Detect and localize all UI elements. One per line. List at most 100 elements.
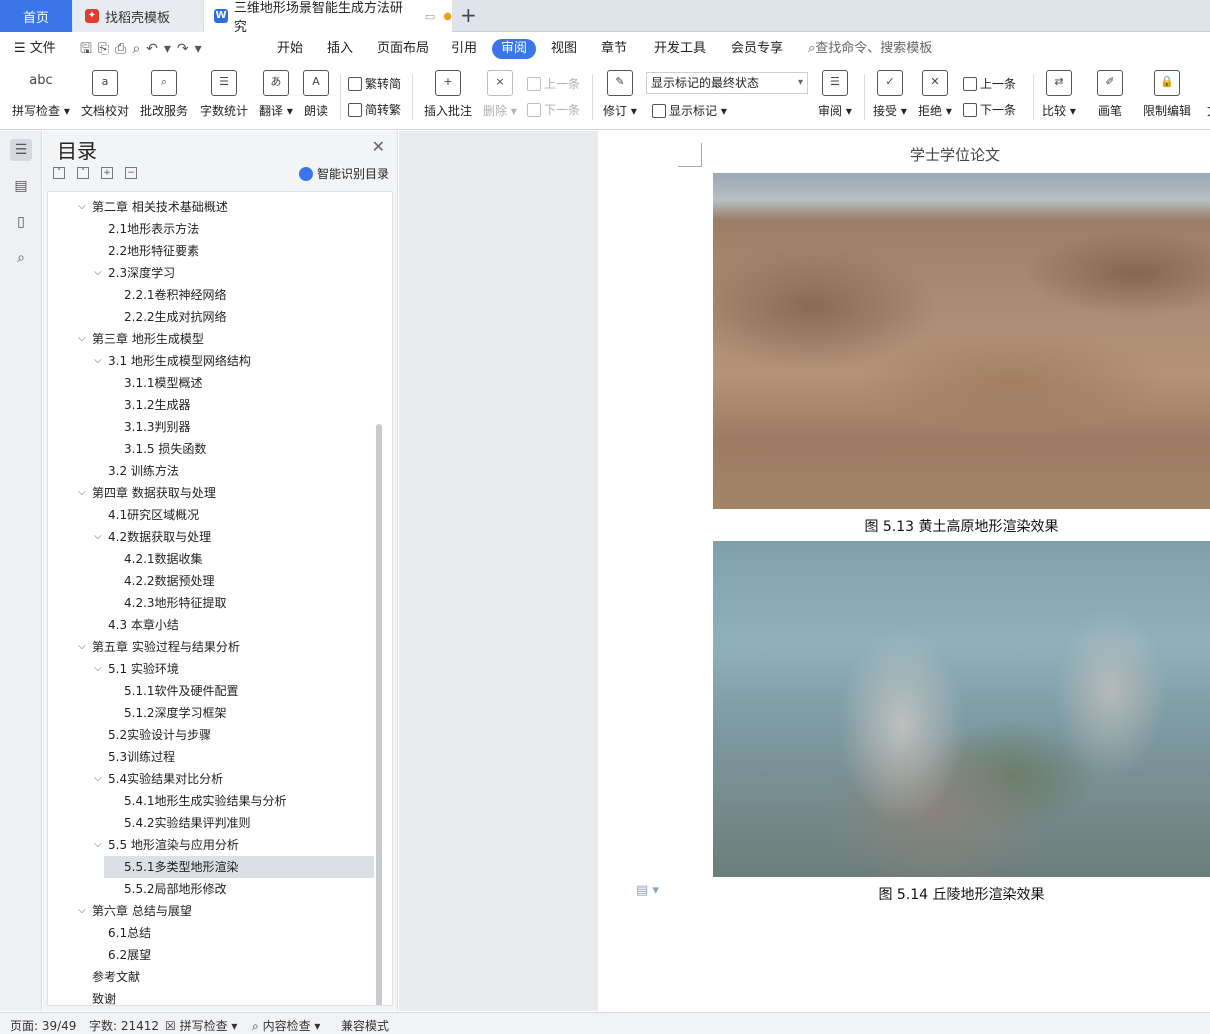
paragraph-layout-icon[interactable]: ▤ ▾ [636,883,659,898]
toc-item[interactable]: 3.2 训练方法 [108,460,179,482]
toc-item[interactable]: 5.4.1地形生成实验结果与分析 [124,790,287,812]
pen-button[interactable]: ✐ 画笔 [1097,70,1123,119]
toc-item[interactable]: ⌵ 4.2数据获取与处理 [94,526,211,548]
monitor-icon[interactable]: ▭ [425,10,435,23]
toc-scrollbar[interactable] [376,424,382,1005]
simp-to-trad-button[interactable]: 简转繁 [348,101,401,118]
review-pane-button[interactable]: ☰ 审阅 ▾ [818,70,852,119]
insert-comment-button[interactable]: + 插入批注 [424,70,472,119]
tab-home[interactable]: 首页 [0,0,72,32]
translate-button[interactable]: あ翻译 ▾ [259,70,293,119]
toc-item[interactable]: 2.2.2生成对抗网络 [124,306,227,328]
smart-toc-button[interactable]: 智能识别目录 [298,165,389,182]
reject-button[interactable]: ✕ 拒绝 ▾ [918,70,952,119]
toc-item[interactable]: ⌵ 2.3深度学习 [94,262,175,284]
revise-service-button[interactable]: ⌕ 批改服务 [140,70,188,119]
chevron-down-icon[interactable]: ⌵ [78,196,86,218]
next-comment-button[interactable]: 下一条 [527,101,580,118]
menu-chapter[interactable]: 章节 [601,39,627,59]
chevron-down-icon[interactable]: ⌵ [94,768,102,790]
close-icon[interactable]: ✕ [372,137,385,156]
status-content-check[interactable]: ⌕ 内容检查 ▾ [252,1017,320,1034]
toc-item[interactable]: 4.2.2数据预处理 [124,570,215,592]
toc-item[interactable]: ⌵ 第六章 总结与展望 [78,900,192,922]
read-aloud-button[interactable]: A 朗读 [303,70,329,119]
chevron-down-icon[interactable]: ⌵ [78,636,86,658]
file-menu[interactable]: ☰ 文件 [14,39,56,59]
toc-item[interactable]: 参考文献 [92,966,140,988]
toc-item[interactable]: ⌵ 第四章 数据获取与处理 [78,482,216,504]
toc-item[interactable]: 5.3训练过程 [108,746,175,768]
toc-item[interactable]: 5.1.1软件及硬件配置 [124,680,239,702]
spell-check-button[interactable]: abc 拼写检查 ▾ [12,70,70,119]
menu-start[interactable]: 开始 [277,39,303,59]
word-count-button[interactable]: ☰ 字数统计 [200,70,248,119]
chevron-down-icon[interactable]: ⌵ [94,262,102,284]
chevron-down-icon[interactable]: ⌵ [78,482,86,504]
remove-heading-icon[interactable]: − [125,167,137,179]
restrict-edit-button[interactable]: 🔒 限制编辑 [1143,70,1191,119]
toc-item[interactable]: 4.2.1数据收集 [124,548,203,570]
toc-item[interactable]: 3.1.2生成器 [124,394,191,416]
accept-button[interactable]: ✓ 接受 ▾ [873,70,907,119]
menu-view[interactable]: 视图 [551,39,577,59]
toc-item[interactable]: 4.1研究区域概况 [108,504,199,526]
status-spell-check[interactable]: ☒ 拼写检查 ▾ [165,1017,237,1034]
toc-item[interactable]: 3.1.3判别器 [124,416,191,438]
show-markup-button[interactable]: 显示标记 ▾ [652,102,727,119]
find-icon[interactable]: ⌕ [10,247,32,269]
menu-review[interactable]: 审阅 [492,39,537,59]
toc-item[interactable]: ⌵ 3.1 地形生成模型网络结构 [94,350,251,372]
toc-item[interactable]: ⌵ 第五章 实验过程与结果分析 [78,636,240,658]
menu-member[interactable]: 会员专享 [731,39,783,59]
chevron-down-icon[interactable]: ⌵ [78,328,86,350]
new-tab-button[interactable]: + [460,3,477,27]
chevron-down-icon[interactable]: ⌵ [94,526,102,548]
toc-item[interactable]: 4.3 本章小结 [108,614,179,636]
word-count-indicator[interactable]: 字数: 21412 [89,1017,159,1034]
toc-item[interactable]: 2.1地形表示方法 [108,218,199,240]
expand-all-icon[interactable]: ˄ [77,167,89,179]
markup-state-select[interactable]: 显示标记的最终状态 [646,72,808,94]
toc-item[interactable]: 5.2实验设计与步骤 [108,724,211,746]
menu-insert[interactable]: 插入 [327,39,353,59]
chevron-down-icon[interactable]: ⌵ [94,658,102,680]
quick-access-icons[interactable]: 🖫⎘⎙⌕↶▾↷▾ [80,39,208,59]
chevron-down-icon[interactable]: ⌵ [94,350,102,372]
prev-comment-button[interactable]: 上一条 [527,75,580,92]
command-search[interactable]: ⌕查找命令、搜索模板 [808,39,932,59]
chevron-down-icon[interactable]: ⌵ [78,900,86,922]
doc-permission-button[interactable]: 文 [1200,70,1210,119]
toc-item[interactable]: 6.1总结 [108,922,151,944]
toc-item[interactable]: 5.1.2深度学习框架 [124,702,227,724]
toc-item[interactable]: 致谢 [92,988,116,1005]
toc-item[interactable]: ⌵ 5.1 实验环境 [94,658,179,680]
track-changes-button[interactable]: ✎ 修订 ▾ [603,70,637,119]
menu-developer[interactable]: 开发工具 [654,39,706,59]
menu-layout[interactable]: 页面布局 [377,39,429,59]
toc-item[interactable]: 2.2.1卷积神经网络 [124,284,227,306]
bookmark-icon[interactable]: ▯ [10,211,32,233]
toc-item[interactable]: 3.1.1模型概述 [124,372,203,394]
proofread-button[interactable]: a 文档校对 [81,70,129,119]
toc-item[interactable]: ⌵ 第二章 相关技术基础概述 [78,196,228,218]
chapter-nav-icon[interactable]: ▤ [10,175,32,197]
next-change-button[interactable]: 下一条 [963,101,1016,118]
toc-icon[interactable]: ☰ [10,139,32,161]
add-heading-icon[interactable]: + [101,167,113,179]
toc-item[interactable]: 3.1.5 损失函数 [124,438,206,460]
tab-template[interactable]: ✦ 找稻壳模板 [73,0,203,32]
delete-comment-button[interactable]: × 删除 ▾ [483,70,517,119]
toc-item[interactable]: 5.5.1多类型地形渲染 [104,856,374,878]
prev-change-button[interactable]: 上一条 [963,75,1016,92]
toc-item[interactable]: 5.5.2局部地形修改 [124,878,227,900]
collapse-all-icon[interactable]: ˅ [53,167,65,179]
toc-item[interactable]: ⌵ 5.5 地形渲染与应用分析 [94,834,239,856]
chevron-down-icon[interactable]: ⌵ [94,834,102,856]
toc-item[interactable]: 5.4.2实验结果评判准则 [124,812,251,834]
tab-document[interactable]: W 三维地形场景智能生成方法研究 ▭ ● [204,0,452,35]
toc-item[interactable]: ⌵ 5.4实验结果对比分析 [94,768,223,790]
compare-button[interactable]: ⇄ 比较 ▾ [1042,70,1076,119]
page-indicator[interactable]: 页面: 39/49 [10,1017,76,1034]
toc-item[interactable]: ⌵ 第三章 地形生成模型 [78,328,204,350]
